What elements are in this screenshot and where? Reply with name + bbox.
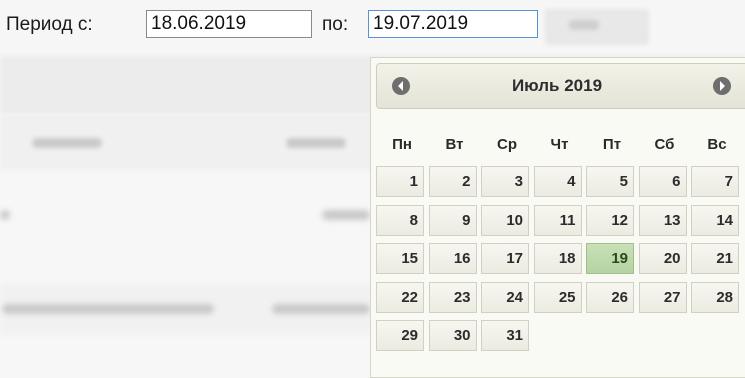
day-cell[interactable]: 31 <box>481 320 529 351</box>
weekday-label: Ср <box>497 136 517 153</box>
day-cell[interactable]: 30 <box>428 320 477 351</box>
day-cell-selected[interactable]: 19 <box>586 243 634 274</box>
weekday-label: Сб <box>654 136 675 153</box>
day-cell[interactable]: 27 <box>638 281 687 313</box>
day-cell[interactable]: 28 <box>691 281 739 313</box>
weekday-label: Чт <box>550 136 569 153</box>
day-cell[interactable]: 24 <box>481 281 529 313</box>
period-from-label: Период с: <box>6 14 93 35</box>
filter-bar: Период с: по: <box>0 0 745 56</box>
day-cell[interactable]: 3 <box>481 166 529 197</box>
weekday-header-row: Пн Вт Ср Чт Пт Сб Вс <box>376 136 745 156</box>
day-cell[interactable]: 5 <box>586 166 634 197</box>
weekday-label: Вт <box>445 136 464 153</box>
day-cell[interactable]: 26 <box>586 281 634 313</box>
datepicker-header: Июль 2019 <box>376 63 745 109</box>
day-cell[interactable]: 11 <box>533 204 582 236</box>
day-cell[interactable]: 17 <box>481 243 529 274</box>
weekday-label: Вс <box>707 136 727 153</box>
day-cell[interactable]: 4 <box>533 166 582 197</box>
day-cell[interactable]: 23 <box>428 281 477 313</box>
blurred-button[interactable] <box>546 10 648 44</box>
day-cell[interactable]: 22 <box>376 281 424 313</box>
day-cell[interactable]: 12 <box>586 204 634 236</box>
day-cell[interactable]: 1 <box>376 166 424 197</box>
day-cell[interactable]: 14 <box>691 204 739 236</box>
day-cell[interactable]: 10 <box>481 204 529 236</box>
date-from-input[interactable] <box>146 10 312 38</box>
day-cell[interactable]: 25 <box>533 281 582 313</box>
day-cell[interactable]: 13 <box>638 204 687 236</box>
day-cell[interactable]: 21 <box>691 243 739 274</box>
period-to-label: по: <box>322 14 349 35</box>
datepicker-month-title: Июль 2019 <box>511 76 603 95</box>
datepicker-day-grid: 1 2 3 4 5 6 7 8 9 10 11 12 13 14 15 16 17 18 19 20 21 22 23 24 2… <box>376 166 745 376</box>
date-to-input[interactable] <box>368 10 538 38</box>
day-cell[interactable]: 6 <box>638 166 687 197</box>
day-cell[interactable]: 7 <box>691 166 739 197</box>
day-cell[interactable]: 15 <box>376 243 424 274</box>
day-cell[interactable]: 9 <box>428 204 477 236</box>
weekday-label: Пт <box>602 136 622 153</box>
weekday-label: Пн <box>392 136 412 153</box>
day-cell[interactable]: 18 <box>533 243 582 274</box>
day-cell[interactable]: 29 <box>376 320 424 351</box>
day-cell[interactable]: 16 <box>428 243 477 274</box>
day-cell[interactable]: 2 <box>428 166 477 197</box>
day-cell[interactable]: 8 <box>376 204 424 236</box>
datepicker-popup: Июль 2019 Пн Вт Ср Чт Пт Сб Вс 1 2 3 4 5 6 7 8 9 10 11 12… <box>370 57 745 378</box>
next-month-icon[interactable] <box>713 77 731 95</box>
day-cell[interactable]: 20 <box>638 243 687 274</box>
